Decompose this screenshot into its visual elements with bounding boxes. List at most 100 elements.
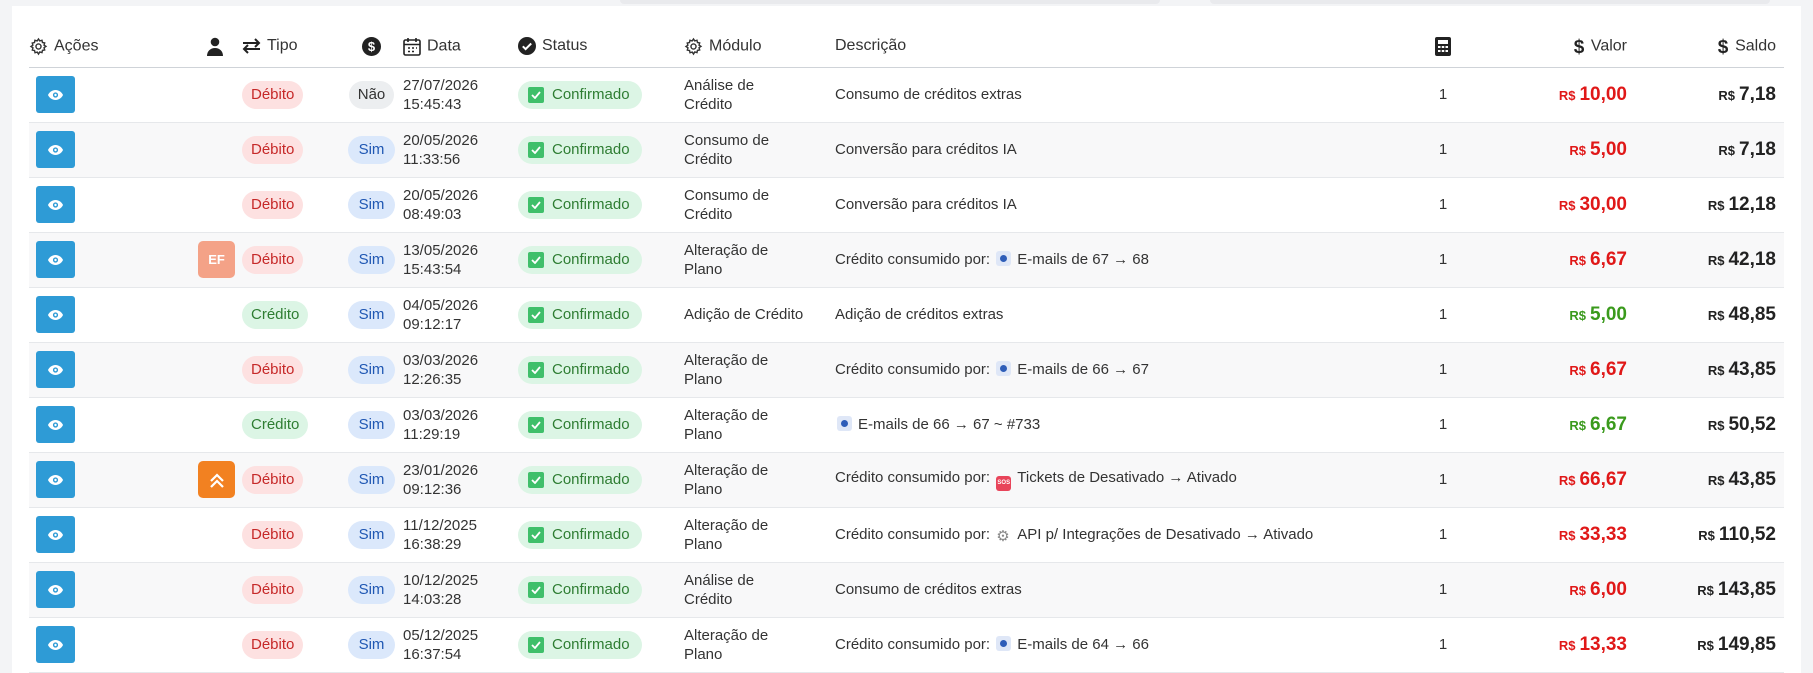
currency-symbol: R$ [1707, 362, 1725, 378]
row-actions [29, 507, 187, 563]
col-acoes[interactable]: Ações [29, 26, 187, 68]
row-status: Confirmado [518, 232, 684, 288]
view-button[interactable] [36, 296, 75, 333]
table-row: Débito Sim 10/12/2025 14:03:28 Confirmado Aná… [29, 562, 1784, 618]
user-avatar[interactable]: EF [198, 241, 235, 278]
exchange-icon [242, 38, 261, 54]
gear-icon: ⚙ [996, 527, 1010, 545]
cobrado-badge: Sim [347, 190, 396, 219]
row-user [187, 452, 242, 508]
row-actions [29, 342, 187, 398]
desc-prefix: Crédito consumido por: [835, 525, 991, 543]
row-quantidade: 1 [1411, 342, 1475, 398]
eye-icon [48, 419, 63, 430]
currency-symbol: R$ [1558, 87, 1576, 103]
currency-symbol: R$ [1707, 472, 1725, 488]
desc-prefix: Consumo de créditos extras [835, 86, 1022, 103]
view-button[interactable] [36, 351, 75, 388]
row-descricao: Crédito consumido por: SOS Tickets de Des… [829, 452, 1411, 508]
status-badge: Confirmado [518, 465, 642, 494]
row-valor: R$ 33,33 [1475, 507, 1635, 563]
col-descricao-label: Descrição [835, 37, 907, 55]
view-button[interactable] [36, 186, 75, 223]
row-user [187, 287, 242, 343]
row-valor: R$ 5,00 [1475, 287, 1635, 343]
table-row: Débito Não 27/07/2026 15:45:43 Confirmado Aná… [29, 67, 1784, 123]
row-saldo: R$ 143,85 [1635, 562, 1784, 618]
user-avatar-upgrade-icon[interactable] [198, 461, 235, 498]
view-button[interactable] [36, 406, 75, 443]
status-badge: Confirmado [518, 520, 642, 549]
status-badge: Confirmado [518, 630, 642, 659]
row-valor: R$ 13,33 [1475, 617, 1635, 673]
row-tipo: Débito [242, 507, 340, 563]
col-data[interactable]: Data [403, 26, 518, 68]
row-status: Confirmado [518, 617, 684, 673]
modulo-line-1: Alteração de [684, 351, 769, 369]
col-valor[interactable]: $ Valor [1475, 26, 1635, 68]
row-saldo: R$ 12,18 [1635, 177, 1784, 233]
eye-icon [48, 474, 63, 485]
dollar-coin-icon: $ [362, 36, 381, 56]
email-module-icon [837, 416, 852, 431]
currency-symbol: R$ [1569, 582, 1587, 598]
col-modulo[interactable]: Módulo [684, 26, 829, 68]
valor-amount: 10,00 [1579, 83, 1627, 105]
row-date: 05/12/2025 [403, 626, 479, 644]
col-quantidade[interactable] [1411, 26, 1475, 68]
row-tipo: Débito [242, 342, 340, 398]
email-module-icon [996, 636, 1012, 651]
col-status-label: Status [542, 37, 588, 55]
row-quantidade: 1 [1411, 507, 1475, 563]
modulo-line-1: Análise de [684, 571, 755, 589]
modulo-line-2: Plano [684, 260, 723, 278]
row-descricao: Crédito consumido por: E-mails de 67 → 6… [829, 232, 1411, 288]
check-box-icon [528, 86, 544, 103]
view-button[interactable] [36, 626, 75, 663]
saldo-amount: 7,18 [1739, 138, 1776, 160]
col-descricao[interactable]: Descrição [829, 26, 1411, 68]
row-descricao: Conversão para créditos IA [829, 122, 1411, 178]
view-button[interactable] [36, 241, 75, 278]
status-label: Confirmado [552, 195, 630, 213]
view-button[interactable] [36, 461, 75, 498]
row-actions [29, 177, 187, 233]
row-user: EF [187, 232, 242, 288]
desc-text: E-mails de 64 → 66 [1017, 636, 1149, 653]
check-box-icon [528, 581, 544, 598]
row-quantidade: 1 [1411, 232, 1475, 288]
table-row: EF Débito Sim 13/05/2026 15:43:54 Confirmado A… [29, 232, 1784, 288]
col-cobrado[interactable]: $ [340, 26, 403, 68]
col-saldo[interactable]: $ Saldo [1635, 26, 1784, 68]
row-saldo: R$ 43,85 [1635, 452, 1784, 508]
row-actions [29, 287, 187, 343]
status-label: Confirmado [552, 250, 630, 268]
row-actions [29, 122, 187, 178]
row-date: 04/05/2026 [403, 296, 479, 314]
currency-symbol: R$ [1707, 307, 1725, 323]
row-tipo: Débito [242, 232, 340, 288]
status-badge: Confirmado [518, 245, 642, 274]
row-date: 03/03/2026 [403, 351, 479, 369]
col-user[interactable] [187, 26, 242, 68]
modulo-line-1: Consumo de [684, 131, 770, 149]
saldo-amount: 48,85 [1728, 303, 1776, 325]
status-label: Confirmado [552, 140, 630, 158]
view-button[interactable] [36, 131, 75, 168]
desc-prefix: Crédito consumido por: [835, 361, 991, 378]
eye-icon [48, 199, 63, 210]
row-descricao: Conversão para créditos IA [829, 177, 1411, 233]
view-button[interactable] [36, 76, 75, 113]
row-quantidade: 1 [1411, 562, 1475, 618]
row-quantidade: 1 [1411, 67, 1475, 123]
view-button[interactable] [36, 571, 75, 608]
modulo-line-1: Adição de Crédito [684, 306, 804, 323]
row-modulo: Análise de Crédito [684, 67, 829, 123]
saldo-amount: 50,52 [1728, 413, 1776, 435]
row-modulo: Alteração de Plano [684, 232, 829, 288]
view-button[interactable] [36, 516, 75, 553]
modulo-line-2: Crédito [684, 205, 733, 223]
col-status[interactable]: Status [518, 26, 684, 68]
saldo-amount: 43,85 [1728, 358, 1776, 380]
col-tipo[interactable]: Tipo [242, 26, 340, 68]
